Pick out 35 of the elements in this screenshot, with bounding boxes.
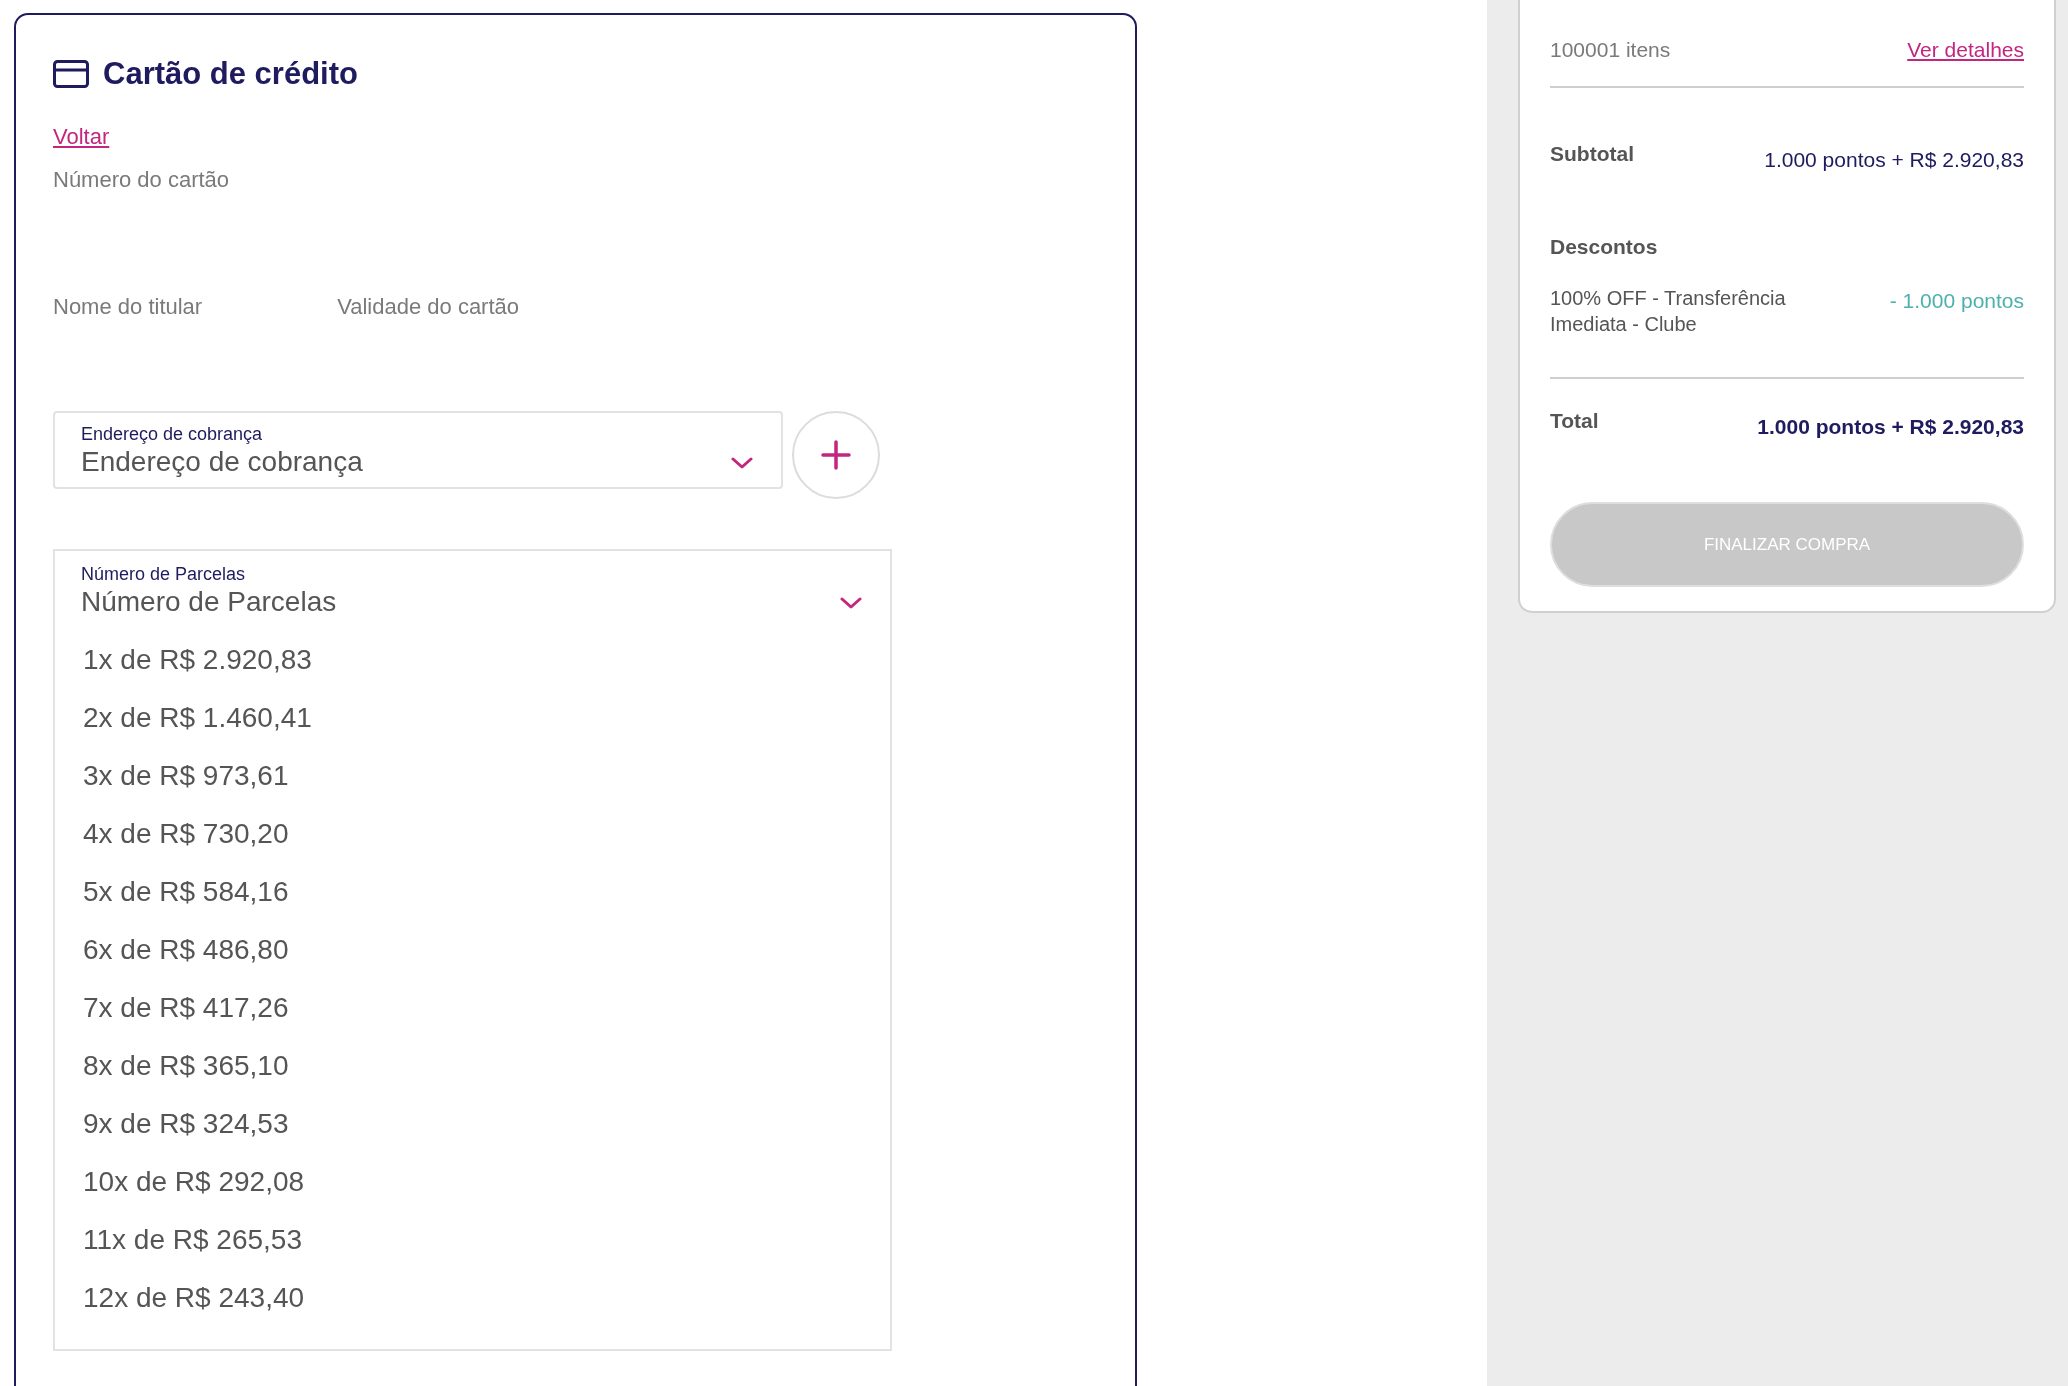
- field-label: Validade do cartão: [337, 292, 520, 321]
- installment-option[interactable]: 10x de R$ 292,08: [55, 1152, 890, 1211]
- select-field[interactable]: Endereço de cobrança Endereço de cobrança: [53, 410, 783, 489]
- installment-option[interactable]: 6x de R$ 486,80: [55, 920, 890, 979]
- chevron-down-icon: [731, 456, 753, 469]
- field-label: Número de Parcelas: [81, 562, 247, 585]
- field-label: Endereço de cobrança: [81, 422, 264, 445]
- discount-name: 100% OFF - Transferência Imediata - Clube: [1550, 285, 1787, 337]
- subtotal-value: 1.000 pontos + R$ 2.920,83: [1764, 146, 2024, 173]
- select-value: Endereço de cobrança: [81, 444, 363, 479]
- credit-card-icon: [53, 60, 89, 89]
- installment-option[interactable]: 12x de R$ 243,40: [55, 1268, 890, 1327]
- total-label: Total: [1550, 407, 1599, 434]
- details-link[interactable]: Ver detalhes: [1907, 34, 2024, 66]
- subtotal-label: Subtotal: [1550, 140, 1634, 167]
- chevron-down-icon: [840, 596, 862, 609]
- field-label: Nome do titular: [53, 292, 203, 321]
- installment-option[interactable]: 3x de R$ 973,61: [55, 746, 890, 805]
- field-label: Número do cartão: [53, 165, 231, 194]
- discounts-label: Descontos: [1550, 234, 1659, 260]
- total-value: 1.000 pontos + R$ 2.920,83: [1757, 413, 2024, 440]
- installment-option[interactable]: 9x de R$ 324,53: [55, 1094, 890, 1153]
- installment-option[interactable]: 1x de R$ 2.920,83: [55, 630, 890, 689]
- select-value: Número de Parcelas: [81, 584, 337, 619]
- back-link[interactable]: Voltar: [53, 119, 110, 153]
- card-title: Cartão de crédito: [103, 55, 358, 93]
- installment-option[interactable]: 8x de R$ 365,10: [55, 1036, 890, 1095]
- installment-option[interactable]: 5x de R$ 584,16: [55, 862, 890, 921]
- installment-option[interactable]: 11x de R$ 265,53: [55, 1210, 890, 1269]
- installment-option[interactable]: 4x de R$ 730,20: [55, 804, 890, 863]
- installment-option[interactable]: 7x de R$ 417,26: [55, 978, 890, 1037]
- plus-icon: [821, 439, 851, 470]
- discount-value: - 1.000 pontos: [1889, 287, 2024, 314]
- installment-option[interactable]: 2x de R$ 1.460,41: [55, 688, 890, 747]
- items-count: 100001 itens: [1550, 37, 1671, 63]
